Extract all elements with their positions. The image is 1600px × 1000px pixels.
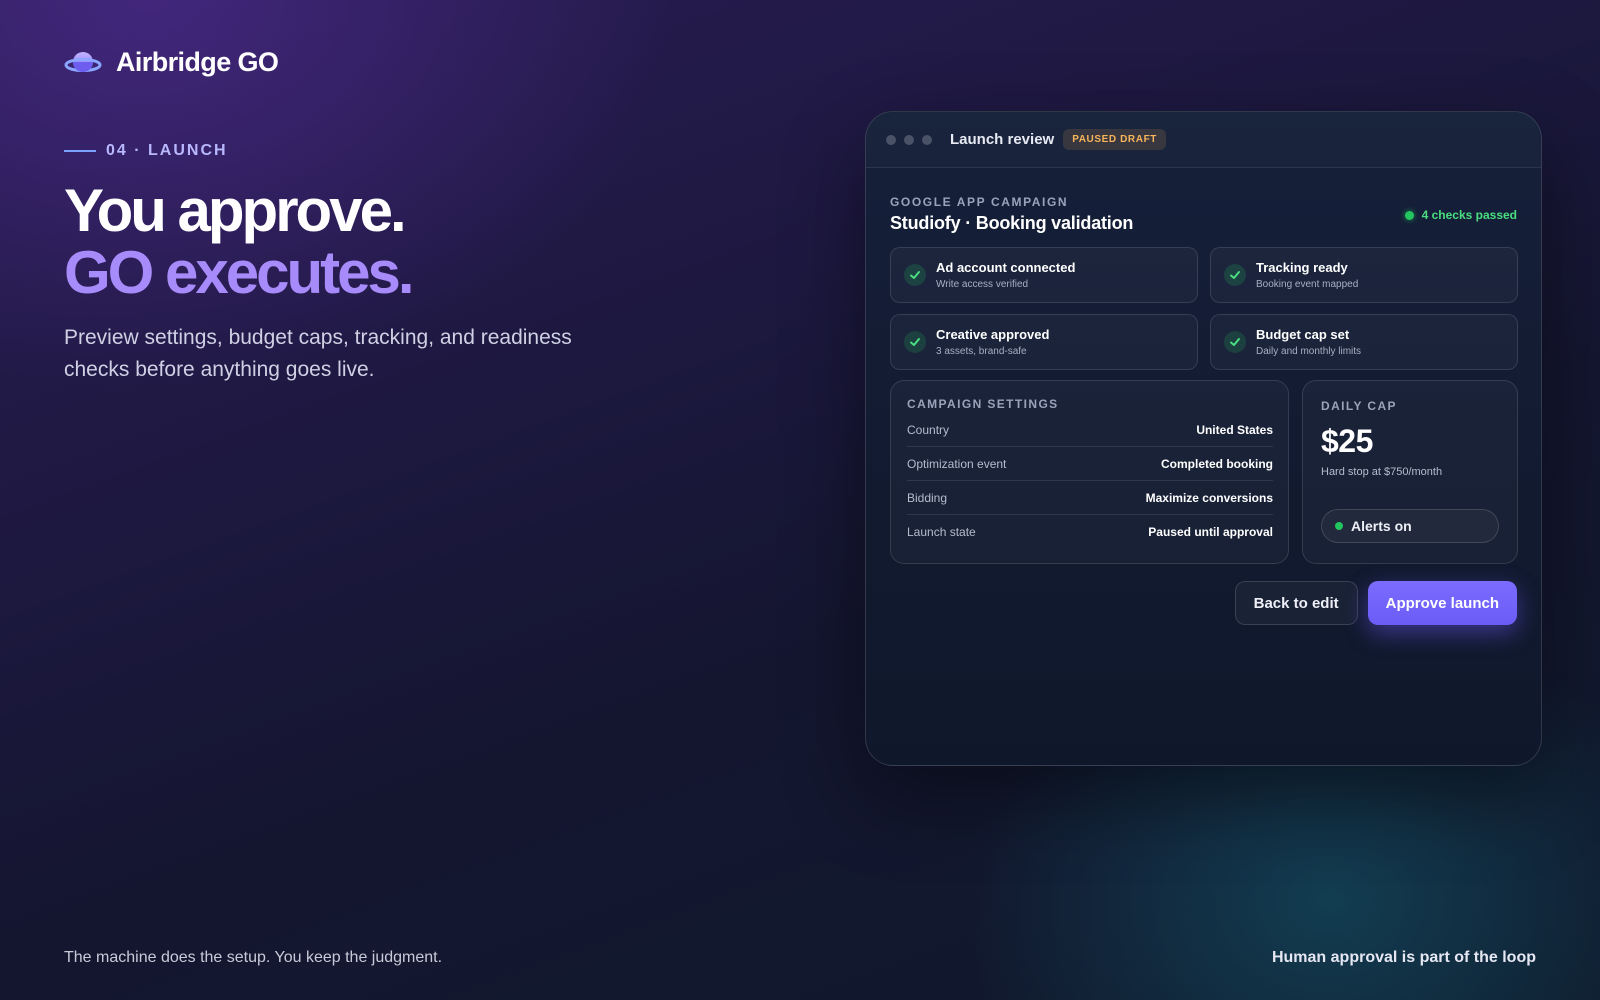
check-title: Tracking ready (1256, 260, 1348, 275)
alerts-toggle[interactable]: Alerts on (1321, 509, 1499, 543)
window-titlebar: Launch review PAUSED DRAFT (866, 112, 1541, 168)
status-badge: PAUSED DRAFT (1063, 129, 1166, 150)
check-card-ad-account: Ad account connected Write access verifi… (890, 247, 1198, 303)
checks-status: 4 checks passed (1404, 208, 1517, 222)
check-subtitle: Booking event mapped (1256, 279, 1359, 290)
settings-heading: CAMPAIGN SETTINGS (907, 397, 1059, 411)
check-title: Ad account connected (936, 260, 1076, 275)
check-card-creative: Creative approved 3 assets, brand-safe (890, 314, 1198, 370)
hero-subcopy: Preview settings, budget caps, tracking,… (64, 326, 572, 381)
brand: Airbridge GO (64, 46, 279, 78)
window-close-dot[interactable] (886, 134, 896, 145)
daily-cap-card: DAILY CAP $25 Hard stop at $750/month Al… (1302, 380, 1518, 564)
planet-icon (64, 46, 102, 78)
checkmark-icon (1224, 264, 1246, 286)
checks-status-label: 4 checks passed (1421, 208, 1517, 222)
campaign-name: Studiofy · Booking validation (890, 213, 1134, 233)
footer-note: Human approval is part of the loop (1271, 949, 1536, 966)
check-title: Budget cap set (1256, 327, 1350, 342)
setting-row-launch-state: Launch state Paused until approval (907, 515, 1273, 549)
back-to-edit-button[interactable]: Back to edit (1234, 581, 1358, 625)
action-buttons: Back to edit Approve launch (1234, 581, 1517, 625)
setting-value: Paused until approval (1148, 525, 1273, 539)
headline-line-1: You approve. (64, 177, 407, 244)
window-controls (886, 134, 932, 145)
window-title: Launch review (950, 131, 1055, 148)
checkmark-icon (1224, 331, 1246, 353)
alerts-status-dot-icon (1335, 522, 1343, 530)
checkmark-icon (904, 264, 926, 286)
eyebrow-rule (64, 150, 96, 152)
campaign-type: GOOGLE APP CAMPAIGN (890, 195, 1069, 209)
setting-row-bidding: Bidding Maximize conversions (907, 481, 1273, 515)
readiness-checks: Ad account connected Write access verifi… (890, 247, 1518, 370)
daily-cap-note: Hard stop at $750/month (1321, 466, 1443, 478)
setting-row-country: Country United States (907, 413, 1273, 447)
daily-cap-amount: $25 (1321, 423, 1373, 459)
setting-row-optimization-event: Optimization event Completed booking (907, 447, 1273, 481)
check-subtitle: 3 assets, brand-safe (936, 346, 1027, 357)
setting-label: Optimization event (907, 456, 1007, 471)
window-maximize-dot[interactable] (922, 134, 932, 145)
settings-list: Country United States Optimization event… (907, 413, 1273, 549)
setting-value: Completed booking (1161, 456, 1273, 471)
check-subtitle: Daily and monthly limits (1256, 346, 1362, 357)
check-card-tracking: Tracking ready Booking event mapped (1210, 247, 1518, 303)
launch-review-window: Launch review PAUSED DRAFT GOOGLE APP CA… (865, 111, 1542, 766)
approve-launch-button[interactable]: Approve launch (1367, 581, 1517, 625)
daily-cap-heading: DAILY CAP (1321, 399, 1397, 413)
headline: You approve. GO executes. (64, 177, 415, 306)
window-minimize-dot[interactable] (904, 134, 914, 145)
headline-line-2: GO executes. (64, 239, 415, 306)
setting-value: Maximize conversions (1145, 490, 1273, 505)
check-title: Creative approved (936, 327, 1050, 342)
campaign-settings-card: CAMPAIGN SETTINGS Country United States … (890, 380, 1289, 564)
setting-label: Launch state (907, 525, 976, 539)
eyebrow-text: 04 · LAUNCH (106, 142, 228, 159)
brand-name: Airbridge GO (116, 46, 279, 77)
check-subtitle: Write access verified (936, 279, 1029, 290)
status-dot-icon (1404, 210, 1414, 220)
setting-value: United States (1196, 422, 1273, 437)
check-card-budget-cap: Budget cap set Daily and monthly limits (1210, 314, 1518, 370)
setting-label: Country (907, 422, 950, 437)
alerts-label: Alerts on (1351, 518, 1412, 534)
footer-tagline: The machine does the setup. You keep the… (64, 949, 443, 966)
checkmark-icon (904, 331, 926, 353)
setting-label: Bidding (907, 490, 948, 505)
section-eyebrow: 04 · LAUNCH (64, 142, 228, 160)
